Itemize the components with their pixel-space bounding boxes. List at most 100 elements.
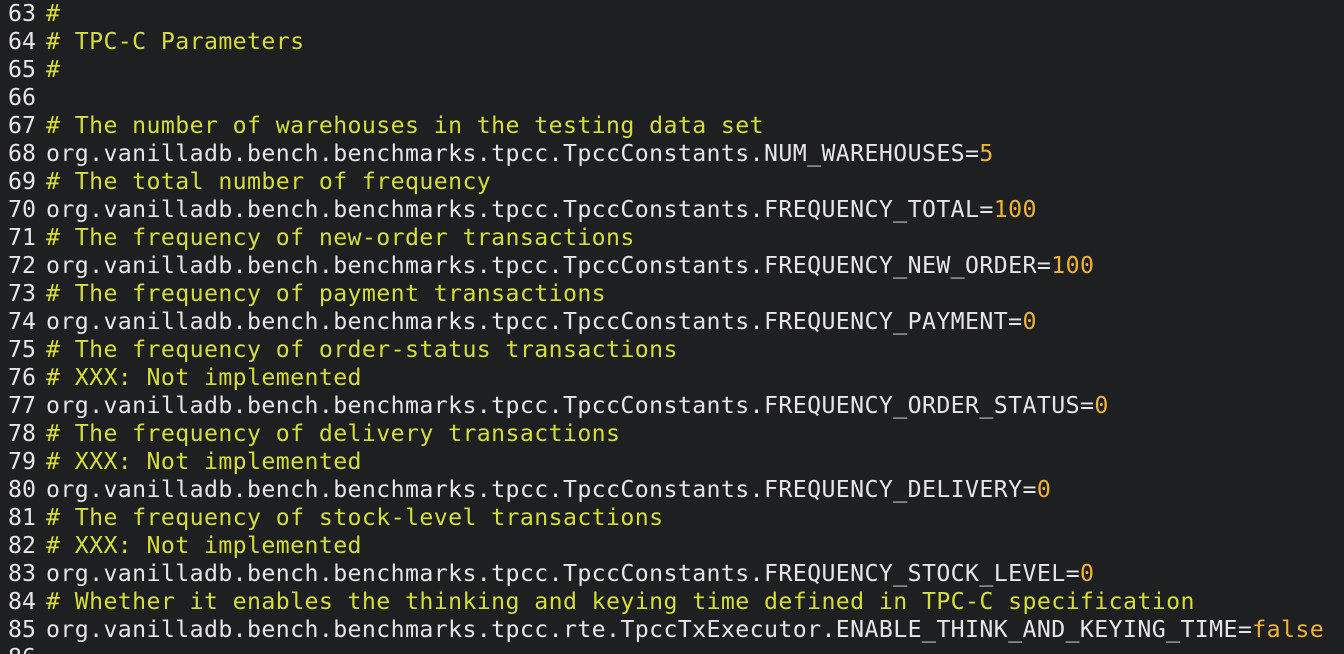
code-line[interactable]: 86 — [0, 644, 1324, 654]
code-line[interactable]: 75 # The frequency of order-status transa… — [0, 336, 1324, 364]
comment-text: # The number of warehouses in the testin… — [46, 112, 765, 139]
line-number: 74 — [8, 308, 36, 335]
line-number: 65 — [8, 56, 36, 83]
comment-text: # — [46, 0, 61, 27]
code-line[interactable]: 67 # The number of warehouses in the test… — [0, 112, 1324, 140]
comment-text: # The frequency of delivery transactions — [46, 420, 621, 447]
line-number: 86 — [0, 644, 38, 654]
property-key: org.vanilladb.bench.benchmarks.tpcc.Tpcc… — [46, 252, 1037, 279]
line-content: org.vanilladb.bench.benchmarks.tpcc.Tpcc… — [38, 476, 1051, 504]
code-line[interactable]: 70 org.vanilladb.bench.benchmarks.tpcc.Tp… — [0, 196, 1324, 224]
comment-text: # The frequency of stock-level transacti… — [46, 504, 664, 531]
line-number: 68 — [8, 140, 36, 167]
line-number: 79 — [8, 448, 36, 475]
code-line[interactable]: 68 org.vanilladb.bench.benchmarks.tpcc.Tp… — [0, 140, 1324, 168]
line-number: 75 — [8, 336, 36, 363]
line-number: 82 — [8, 532, 36, 559]
code-line[interactable]: 72 org.vanilladb.bench.benchmarks.tpcc.Tp… — [0, 252, 1324, 280]
line-content: # The number of warehouses in the testin… — [38, 112, 764, 140]
equals-sign: = — [1036, 252, 1052, 279]
code-line[interactable]: 84 # Whether it enables the thinking and … — [0, 588, 1324, 616]
code-line[interactable]: 79 # XXX: Not implemented — [0, 448, 1324, 476]
line-content: # The frequency of stock-level transacti… — [38, 504, 663, 532]
line-number: 70 — [8, 196, 36, 223]
text-editor[interactable]: 63 #64 # TPC-C Parameters 65 #66 67 # The numb… — [0, 0, 1344, 654]
comment-text: # XXX: Not implemented — [46, 364, 362, 391]
comment-text: # — [46, 56, 61, 83]
code-line[interactable]: 82 # XXX: Not implemented — [0, 532, 1324, 560]
line-content: org.vanilladb.bench.benchmarks.tpcc.Tpcc… — [38, 392, 1109, 420]
code-line[interactable]: 69 # The total number of frequency — [0, 168, 1324, 196]
code-line[interactable]: 80 org.vanilladb.bench.benchmarks.tpcc.Tp… — [0, 476, 1324, 504]
code-line[interactable]: 77 org.vanilladb.bench.benchmarks.tpcc.Tp… — [0, 392, 1324, 420]
line-number: 63 — [8, 0, 36, 27]
line-content: org.vanilladb.bench.benchmarks.tpcc.Tpcc… — [38, 308, 1037, 336]
equals-sign: = — [1237, 616, 1253, 643]
comment-text: # The frequency of new-order transaction… — [46, 224, 635, 251]
code-line[interactable]: 78 # The frequency of delivery transactio… — [0, 420, 1324, 448]
line-number: 64 — [8, 28, 36, 55]
code-line[interactable]: 81 # The frequency of stock-level transac… — [0, 504, 1324, 532]
line-number: 66 — [8, 84, 36, 111]
line-number: 78 — [8, 420, 36, 447]
comment-text: # The frequency of order-status transact… — [46, 336, 678, 363]
comment-text: # XXX: Not implemented — [46, 532, 362, 559]
line-content: # XXX: Not implemented — [38, 532, 362, 560]
code-line[interactable]: 71 # The frequency of new-order transacti… — [0, 224, 1324, 252]
line-content: # — [38, 0, 60, 28]
line-number: 72 — [8, 252, 36, 279]
line-content: # The frequency of delivery transactions — [38, 420, 620, 448]
line-number: 71 — [8, 224, 36, 251]
comment-text: # TPC-C Parameters — [46, 28, 305, 55]
code-line[interactable]: 64 # TPC-C Parameters — [0, 28, 1324, 56]
property-value: 0 — [1036, 476, 1052, 503]
property-key: org.vanilladb.bench.benchmarks.tpcc.Tpcc… — [46, 476, 1023, 503]
line-number: 69 — [8, 168, 36, 195]
line-content: org.vanilladb.bench.benchmarks.tpcc.Tpcc… — [38, 252, 1094, 280]
line-content: org.vanilladb.bench.benchmarks.tpcc.rte.… — [38, 616, 1324, 644]
equals-sign: = — [1008, 308, 1023, 335]
line-number: 85 — [8, 616, 36, 643]
code-line[interactable]: 63 # — [0, 0, 1324, 28]
comment-text: # Whether it enables the thinking and ke… — [46, 588, 1195, 615]
property-key: org.vanilladb.bench.benchmarks.tpcc.Tpcc… — [46, 560, 1066, 587]
code-line[interactable]: 73 # The frequency of payment transaction… — [0, 280, 1324, 308]
line-number: 67 — [8, 112, 36, 139]
line-number: 80 — [8, 476, 36, 503]
code-line[interactable]: 76 # XXX: Not implemented — [0, 364, 1324, 392]
line-content: # Whether it enables the thinking and ke… — [38, 588, 1195, 616]
property-key: org.vanilladb.bench.benchmarks.tpcc.rte.… — [46, 616, 1238, 643]
property-key: org.vanilladb.bench.benchmarks.tpcc.Tpcc… — [46, 308, 1009, 335]
property-key: org.vanilladb.bench.benchmarks.tpcc.Tpcc… — [46, 392, 1080, 419]
comment-text: # XXX: Not implemented — [46, 448, 362, 475]
code-line[interactable]: 85 org.vanilladb.bench.benchmarks.tpcc.rt… — [0, 616, 1324, 644]
property-value: 0 — [1094, 392, 1109, 419]
line-number: 84 — [8, 588, 36, 615]
property-key: org.vanilladb.bench.benchmarks.tpcc.Tpcc… — [46, 140, 966, 167]
property-value: 0 — [1079, 560, 1095, 587]
line-number: 83 — [8, 560, 36, 587]
equals-sign: = — [965, 140, 980, 167]
code-line[interactable]: 65 # — [0, 56, 1324, 84]
code-line[interactable]: 83 org.vanilladb.bench.benchmarks.tpcc.Tp… — [0, 560, 1324, 588]
property-value: false — [1252, 616, 1325, 643]
line-content: # XXX: Not implemented — [38, 364, 362, 392]
line-number: 73 — [8, 280, 36, 307]
line-content: org.vanilladb.bench.benchmarks.tpcc.Tpcc… — [38, 140, 994, 168]
property-key: org.vanilladb.bench.benchmarks.tpcc.Tpcc… — [46, 196, 980, 223]
code-line[interactable]: 74 org.vanilladb.bench.benchmarks.tpcc.Tp… — [0, 308, 1324, 336]
property-value: 100 — [1051, 252, 1095, 279]
code-line[interactable]: 66 — [0, 84, 1324, 112]
line-content: # XXX: Not implemented — [38, 448, 362, 476]
line-content: org.vanilladb.bench.benchmarks.tpcc.Tpcc… — [38, 560, 1094, 588]
line-content: # The total number of frequency — [38, 168, 491, 196]
line-content: # — [38, 56, 60, 84]
line-content: org.vanilladb.bench.benchmarks.tpcc.Tpcc… — [38, 196, 1037, 224]
equals-sign: = — [979, 196, 994, 223]
comment-text: # The frequency of payment transactions — [46, 280, 607, 307]
equals-sign: = — [1065, 560, 1080, 587]
property-value: 5 — [979, 140, 994, 167]
code-lines: 63 #64 # TPC-C Parameters 65 #66 67 # The numb… — [0, 0, 1324, 654]
comment-text: # The total number of frequency — [46, 168, 492, 195]
line-content: # The frequency of order-status transact… — [38, 336, 678, 364]
